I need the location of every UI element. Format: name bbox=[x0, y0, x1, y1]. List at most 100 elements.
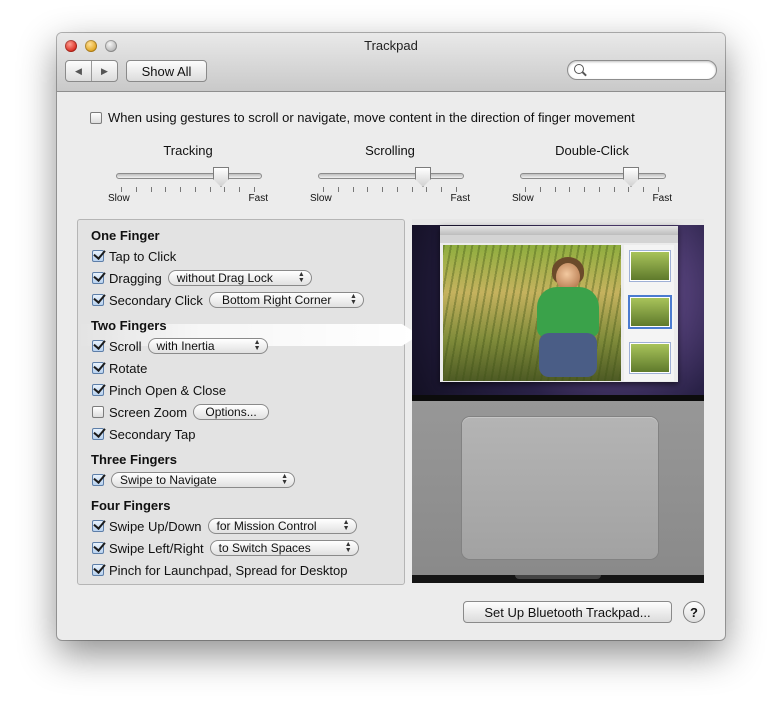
double-click-slider-ticks bbox=[525, 187, 659, 192]
scroll-label: Scroll bbox=[109, 338, 142, 354]
four-fingers-header: Four Fingers bbox=[91, 498, 171, 513]
scrolling-slow-label: Slow bbox=[310, 193, 332, 204]
tracking-slow-label: Slow bbox=[108, 193, 130, 204]
three-fingers-header: Three Fingers bbox=[91, 452, 177, 467]
secondary-tap-row[interactable]: Secondary Tap bbox=[92, 424, 196, 444]
trackpad-surface bbox=[462, 417, 658, 559]
popup-arrows-icon: ▲ ▼ bbox=[350, 293, 357, 306]
preview-app-window bbox=[440, 226, 678, 382]
preview-trackpad-edge bbox=[412, 575, 704, 583]
help-button[interactable]: ? bbox=[683, 601, 705, 623]
secondary-click-row[interactable]: Secondary Click Bottom Right Corner ▲ ▼ bbox=[92, 290, 364, 310]
scroll-popup-value: with Inertia bbox=[156, 339, 215, 353]
preview-menubar bbox=[412, 219, 704, 225]
popup-arrows-icon: ▲ ▼ bbox=[253, 339, 261, 352]
rotate-label: Rotate bbox=[109, 360, 148, 376]
scrolling-slider-thumb[interactable] bbox=[415, 167, 431, 187]
pinch-launchpad-label: Pinch for Launchpad, Spread for Desktop bbox=[109, 562, 348, 578]
dragging-popup[interactable]: without Drag Lock ▲ ▼ bbox=[167, 270, 312, 286]
two-fingers-header: Two Fingers bbox=[91, 318, 167, 333]
double-click-fast-label: Fast bbox=[652, 193, 672, 204]
double-click-slider-track[interactable] bbox=[520, 173, 666, 179]
three-finger-swipe-popup[interactable]: Swipe to Navigate ▲ ▼ bbox=[111, 472, 295, 488]
gesture-preview-video bbox=[412, 219, 704, 583]
search-icon bbox=[574, 64, 584, 74]
swipe-up-down-label: Swipe Up/Down bbox=[109, 518, 202, 534]
three-finger-swipe-popup-value: Swipe to Navigate bbox=[120, 473, 217, 487]
search-input[interactable] bbox=[588, 62, 712, 79]
scroll-checkbox[interactable] bbox=[92, 340, 104, 352]
back-forward-control: ◀ ▶ bbox=[65, 60, 118, 82]
scrolling-slider-track[interactable] bbox=[318, 173, 464, 179]
title-bar: Trackpad ◀ ▶ Show All bbox=[57, 33, 725, 92]
tracking-slider-ticks bbox=[121, 187, 255, 192]
swipe-left-right-popup[interactable]: to Switch Spaces ▲ ▼ bbox=[209, 540, 359, 556]
tracking-label: Tracking bbox=[163, 143, 213, 158]
back-arrow-icon[interactable]: ◀ bbox=[66, 61, 92, 81]
rotate-checkbox[interactable] bbox=[92, 362, 104, 374]
rotate-row[interactable]: Rotate bbox=[92, 358, 147, 378]
dragging-label: Dragging bbox=[109, 270, 162, 286]
swipe-left-right-popup-value: to Switch Spaces bbox=[218, 541, 311, 555]
tap-to-click-checkbox[interactable] bbox=[92, 250, 104, 262]
natural-scroll-checkbox[interactable] bbox=[90, 111, 102, 124]
screen-zoom-options-button[interactable]: Options... bbox=[193, 404, 270, 420]
tracking-slider[interactable]: Tracking Slow Fast bbox=[108, 143, 268, 207]
three-finger-swipe-row[interactable]: Swipe to Navigate ▲ ▼ bbox=[92, 470, 295, 490]
gestures-panel: One Finger Tap to Click Dragging without… bbox=[77, 219, 419, 585]
screen-zoom-checkbox[interactable] bbox=[92, 406, 104, 418]
show-all-button[interactable]: Show All bbox=[126, 60, 207, 82]
trackpad-preferences-window: Trackpad ◀ ▶ Show All When using gesture… bbox=[57, 33, 725, 640]
pinch-launchpad-checkbox[interactable] bbox=[92, 564, 104, 576]
preview-screen-image bbox=[412, 219, 704, 401]
scroll-row[interactable]: Scroll with Inertia ▲ ▼ bbox=[92, 336, 268, 356]
popup-arrows-icon: ▲ ▼ bbox=[342, 519, 350, 532]
tap-to-click-label: Tap to Click bbox=[109, 248, 177, 264]
tracking-slider-thumb[interactable] bbox=[213, 167, 229, 187]
swipe-left-right-label: Swipe Left/Right bbox=[109, 540, 204, 556]
swipe-up-down-row[interactable]: Swipe Up/Down for Mission Control ▲ ▼ bbox=[92, 516, 357, 536]
pinch-launchpad-row[interactable]: Pinch for Launchpad, Spread for Desktop bbox=[92, 560, 347, 580]
pinch-open-close-label: Pinch Open & Close bbox=[109, 382, 227, 398]
swipe-left-right-row[interactable]: Swipe Left/Right to Switch Spaces ▲ ▼ bbox=[92, 538, 359, 558]
secondary-click-popup-value: Bottom Right Corner bbox=[221, 293, 332, 307]
pinch-open-close-checkbox[interactable] bbox=[92, 384, 104, 396]
popup-arrows-icon: ▲ ▼ bbox=[344, 541, 352, 554]
screen-zoom-row[interactable]: Screen Zoom Options... bbox=[92, 402, 270, 422]
dragging-checkbox[interactable] bbox=[92, 272, 104, 284]
tracking-slider-track[interactable] bbox=[116, 173, 262, 179]
search-field[interactable] bbox=[567, 60, 717, 80]
window-title: Trackpad bbox=[364, 38, 418, 53]
scrolling-fast-label: Fast bbox=[450, 193, 470, 204]
double-click-slow-label: Slow bbox=[512, 193, 534, 204]
scrolling-slider-ticks bbox=[323, 187, 457, 192]
screen-zoom-label: Screen Zoom bbox=[109, 404, 188, 420]
scrolling-label: Scrolling bbox=[365, 143, 415, 158]
secondary-tap-label: Secondary Tap bbox=[109, 426, 196, 442]
scroll-popup[interactable]: with Inertia ▲ ▼ bbox=[147, 338, 268, 354]
swipe-left-right-checkbox[interactable] bbox=[92, 542, 104, 554]
dragging-row[interactable]: Dragging without Drag Lock ▲ ▼ bbox=[92, 268, 312, 288]
one-finger-header: One Finger bbox=[91, 228, 160, 243]
double-click-slider[interactable]: Double-Click Slow Fast bbox=[512, 143, 672, 207]
scrolling-slider[interactable]: Scrolling Slow Fast bbox=[310, 143, 470, 207]
natural-scroll-label: When using gestures to scroll or navigat… bbox=[108, 110, 635, 125]
double-click-slider-thumb[interactable] bbox=[623, 167, 639, 187]
popup-arrows-icon: ▲ ▼ bbox=[297, 271, 305, 284]
pinch-open-close-row[interactable]: Pinch Open & Close bbox=[92, 380, 226, 400]
preview-trackpad-image bbox=[412, 401, 704, 575]
tap-to-click-row[interactable]: Tap to Click bbox=[92, 246, 176, 266]
secondary-tap-checkbox[interactable] bbox=[92, 428, 104, 440]
natural-scroll-option[interactable]: When using gestures to scroll or navigat… bbox=[90, 110, 635, 125]
dragging-popup-value: without Drag Lock bbox=[176, 271, 273, 285]
swipe-up-down-popup[interactable]: for Mission Control ▲ ▼ bbox=[207, 518, 357, 534]
swipe-up-down-checkbox[interactable] bbox=[92, 520, 104, 532]
swipe-up-down-popup-value: for Mission Control bbox=[216, 519, 317, 533]
forward-arrow-icon[interactable]: ▶ bbox=[92, 61, 117, 81]
preview-photo bbox=[443, 245, 621, 381]
set-up-bluetooth-trackpad-button[interactable]: Set Up Bluetooth Trackpad... bbox=[463, 601, 672, 623]
secondary-click-checkbox[interactable] bbox=[92, 294, 104, 306]
preview-thumbnail-sidebar bbox=[624, 245, 674, 381]
three-finger-swipe-checkbox[interactable] bbox=[92, 474, 104, 486]
secondary-click-popup[interactable]: Bottom Right Corner ▲ ▼ bbox=[208, 292, 364, 308]
